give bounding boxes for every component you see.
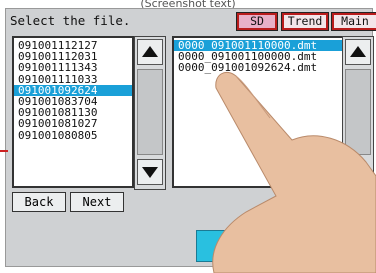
page-title: Select the file.: [10, 13, 131, 28]
top-caption: (Screenshot text): [140, 0, 236, 8]
file-scroll-up-button[interactable]: [345, 39, 371, 65]
file-list[interactable]: 0000_091001110000.dmt 0000_091001100000.…: [172, 36, 350, 188]
list-item[interactable]: 091001081027: [14, 118, 132, 129]
trend-button[interactable]: Trend: [281, 12, 329, 31]
main-button[interactable]: Main: [331, 12, 376, 31]
arrow-up-icon: [350, 46, 366, 57]
back-button[interactable]: Back: [12, 192, 66, 212]
file-scroll-track[interactable]: [345, 69, 371, 155]
folder-scroll-track[interactable]: [137, 69, 163, 155]
ok-button[interactable]: OK: [196, 230, 272, 262]
list-item[interactable]: 091001080805: [14, 129, 132, 140]
folder-scrollbar[interactable]: [134, 36, 166, 190]
folder-scroll-down-button[interactable]: [137, 159, 163, 185]
list-item[interactable]: 091001111343: [14, 62, 132, 73]
folder-list[interactable]: 091001112127 091001112031 091001111343 0…: [12, 36, 134, 188]
next-button[interactable]: Next: [70, 192, 124, 212]
edge-marker: [0, 150, 8, 152]
arrow-up-icon: [142, 46, 158, 57]
sd-button[interactable]: SD: [236, 12, 278, 31]
list-item[interactable]: 0000_091001092624.dmt: [174, 62, 348, 73]
file-select-screen: Select the file. SD Trend Main 091001112…: [5, 8, 376, 267]
folder-scroll-up-button[interactable]: [137, 39, 163, 65]
arrow-down-icon: [142, 167, 158, 178]
file-scrollbar[interactable]: [342, 36, 374, 190]
